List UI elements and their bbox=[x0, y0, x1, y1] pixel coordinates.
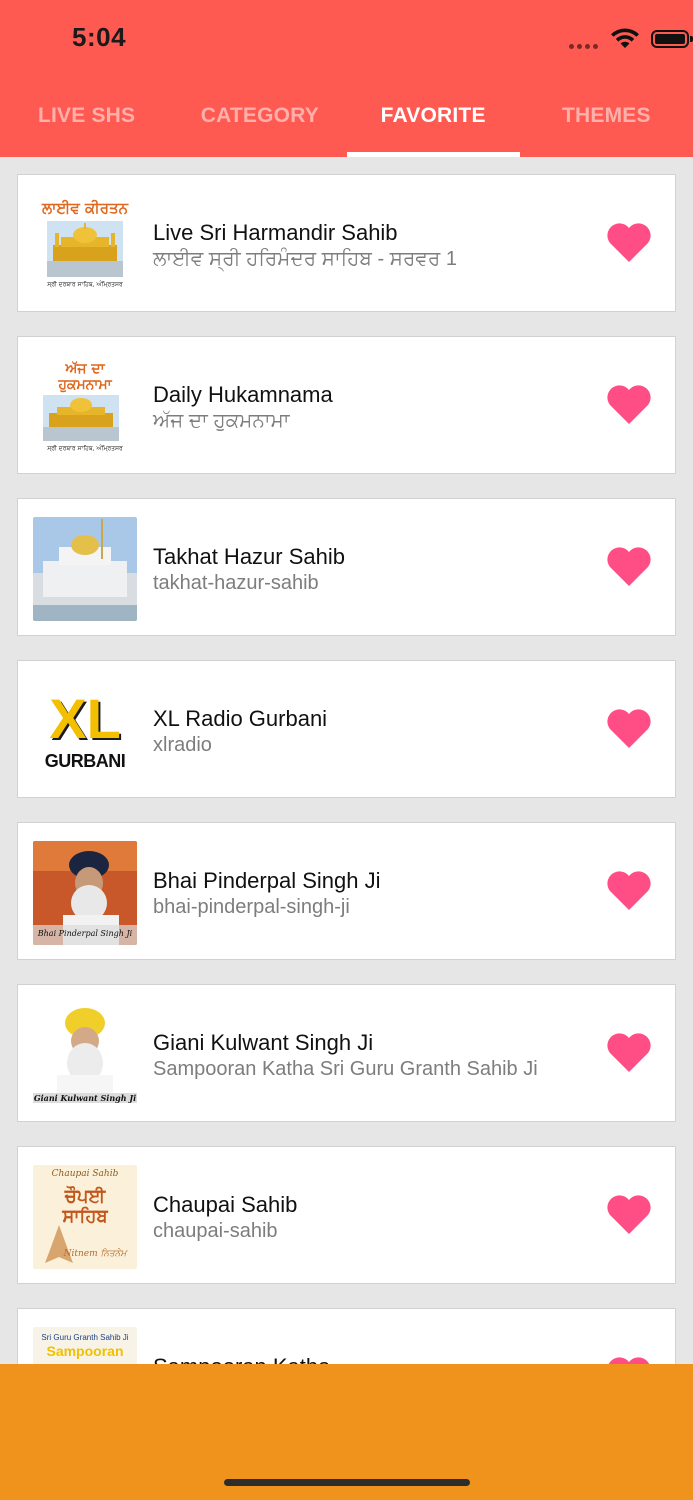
item-subtitle: Sampooran Katha Sri Guru Granth Sahib Ji bbox=[153, 1058, 538, 1080]
xl-logo: XL bbox=[49, 687, 121, 750]
wifi-icon bbox=[611, 28, 639, 48]
item-title: XL Radio Gurbani bbox=[153, 706, 328, 731]
heart-icon[interactable] bbox=[605, 1030, 653, 1074]
list-item[interactable]: ਅੱਜ ਦਾ ਹੁਕਮਨਾਮਾ ਸ੍ਰੀ ਦਰਬਾਰ ਸਾਹਿਬ, ਅੰਮ੍ਰਿ… bbox=[17, 336, 676, 474]
status-time: 5:04 bbox=[72, 22, 127, 52]
gurbani-logo-text: GURBANI bbox=[44, 751, 126, 771]
item-subtitle: ਲਾਈਵ ਸ੍ਰੀ ਹਰਿਮੰਦਰ ਸਾਹਿਬ - ਸਰਵਰ 1 bbox=[153, 248, 457, 270]
thumbnail: Giani Kulwant Singh Ji bbox=[33, 1003, 137, 1107]
tab-favorite[interactable]: FAVORITE bbox=[347, 92, 520, 157]
giani-kulwant-singh-photo bbox=[33, 1003, 137, 1107]
tab-category[interactable]: CATEGORY bbox=[173, 92, 346, 157]
thumbnail: Bhai Pinderpal Singh Ji bbox=[33, 841, 137, 945]
app-header: 5:04 LIVE SHS CATEGORY FAVORITE THEMES bbox=[0, 0, 693, 157]
item-title: Takhat Hazur Sahib bbox=[153, 544, 345, 569]
heart-icon[interactable] bbox=[605, 382, 653, 426]
thumbnail: ਅੱਜ ਦਾ ਹੁਕਮਨਾਮਾ ਸ੍ਰੀ ਦਰਬਾਰ ਸਾਹਿਬ, ਅੰਮ੍ਰਿ… bbox=[33, 355, 137, 459]
thumbnail-footer: ਸ੍ਰੀ ਦਰਬਾਰ ਸਾਹਿਬ, ਅੰਮ੍ਰਿਤਸਰ bbox=[47, 445, 123, 452]
heart-icon[interactable] bbox=[605, 1192, 653, 1236]
item-title: Bhai Pinderpal Singh Ji bbox=[153, 868, 381, 893]
item-title: Chaupai Sahib bbox=[153, 1192, 298, 1217]
thumbnail: Chaupai Sahib ਚੌਪਈ ਸਾਹਿਬ Nitnem ਨਿਤਨੇਮ bbox=[33, 1165, 137, 1269]
takhat-hazur-sahib-image bbox=[33, 517, 137, 621]
thumbnail-title: ਚੌਪਈ ਸਾਹਿਬ bbox=[62, 1186, 108, 1227]
thumbnail-footer: ਸ੍ਰੀ ਦਰਬਾਰ ਸਾਹਿਬ, ਅੰਮ੍ਰਿਤਸਰ bbox=[47, 281, 123, 288]
active-tab-indicator bbox=[347, 152, 520, 157]
list-item[interactable]: Giani Kulwant Singh Ji Giani Kulwant Sin… bbox=[17, 984, 676, 1122]
heart-icon[interactable] bbox=[605, 706, 653, 750]
tab-live-shs[interactable]: LIVE SHS bbox=[0, 92, 173, 157]
thumbnail-caption: ਲਾਈਵ ਕੀਰਤਨ bbox=[42, 199, 128, 217]
list-item[interactable]: ਲਾਈਵ ਕੀਰਤਨ ਸ੍ਰੀ ਦਰਬਾਰ ਸਾਹਿਬ, ਅੰਮ੍ਰਿਤਸਰ L… bbox=[17, 174, 676, 312]
home-indicator[interactable] bbox=[224, 1479, 470, 1486]
thumbnail-title: Sampooran bbox=[46, 1343, 124, 1359]
heart-icon[interactable] bbox=[605, 868, 653, 912]
item-subtitle: xlradio bbox=[153, 734, 212, 756]
thumbnail-caption: Giani Kulwant Singh Ji bbox=[33, 1093, 137, 1103]
tab-bar: LIVE SHS CATEGORY FAVORITE THEMES bbox=[0, 92, 693, 157]
thumbnail: ਲਾਈਵ ਕੀਰਤਨ ਸ੍ਰੀ ਦਰਬਾਰ ਸਾਹਿਬ, ਅੰਮ੍ਰਿਤਸਰ bbox=[33, 193, 137, 297]
golden-temple-image bbox=[43, 395, 119, 441]
golden-temple-image bbox=[47, 221, 123, 277]
thumbnail-caption: Bhai Pinderpal Singh Ji bbox=[37, 929, 133, 938]
thumbnail-caption: Sri Guru Granth Sahib Ji bbox=[41, 1333, 129, 1342]
item-title: Live Sri Harmandir Sahib bbox=[153, 220, 398, 245]
heart-icon[interactable] bbox=[605, 544, 653, 588]
battery-icon bbox=[651, 30, 693, 48]
item-title: Daily Hukamnama bbox=[153, 382, 333, 407]
thumbnail bbox=[33, 517, 137, 621]
thumbnail-caption: Chaupai Sahib bbox=[51, 1169, 119, 1179]
item-subtitle: bhai-pinderpal-singh-ji bbox=[153, 896, 350, 918]
praying-hands-icon bbox=[45, 1225, 73, 1263]
list-item[interactable]: XL GURBANI XL Radio Gurbani xlradio bbox=[17, 660, 676, 798]
list-item[interactable]: Bhai Pinderpal Singh Ji Bhai Pinderpal S… bbox=[17, 822, 676, 960]
thumbnail-footer: Nitnem ਨਿਤਨੇਮ bbox=[63, 1249, 127, 1259]
item-subtitle: chaupai-sahib bbox=[153, 1220, 278, 1242]
tab-themes[interactable]: THEMES bbox=[520, 92, 693, 157]
item-title: Giani Kulwant Singh Ji bbox=[153, 1030, 374, 1055]
thumbnail-caption: ਅੱਜ ਦਾ ਹੁਕਮਨਾਮਾ bbox=[58, 361, 112, 393]
item-subtitle: ਅੱਜ ਦਾ ਹੁਕਮਨਾਮਾ bbox=[153, 410, 290, 432]
cellular-signal-icon bbox=[569, 44, 601, 49]
list-item[interactable]: Chaupai Sahib ਚੌਪਈ ਸਾਹਿਬ Nitnem ਨਿਤਨੇਮ C… bbox=[17, 1146, 676, 1284]
heart-icon[interactable] bbox=[605, 220, 653, 264]
list-item[interactable]: Takhat Hazur Sahib takhat-hazur-sahib bbox=[17, 498, 676, 636]
item-subtitle: takhat-hazur-sahib bbox=[153, 572, 319, 594]
thumbnail: XL GURBANI bbox=[33, 679, 137, 783]
